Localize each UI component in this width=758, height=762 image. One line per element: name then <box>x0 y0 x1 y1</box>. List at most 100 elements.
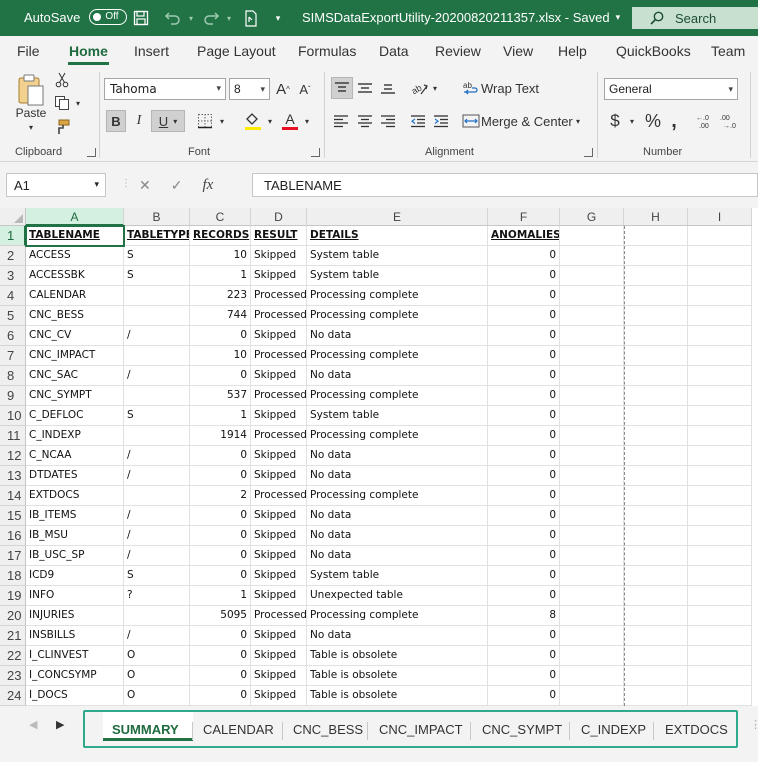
table-cell[interactable]: I_CONCSYMP <box>26 666 124 686</box>
table-cell[interactable]: System table <box>307 266 488 286</box>
table-cell[interactable]: Processed <box>251 306 307 326</box>
redo-icon[interactable] <box>200 9 222 27</box>
table-cell[interactable]: Skipped <box>251 466 307 486</box>
table-cell[interactable]: Skipped <box>251 526 307 546</box>
table-cell[interactable]: 10 <box>190 246 251 266</box>
table-cell[interactable]: 0 <box>190 626 251 646</box>
empty-cell[interactable] <box>560 606 624 626</box>
sheet-tab-cnc-impact[interactable]: CNC_IMPACT <box>379 722 463 737</box>
row-header[interactable]: 11 <box>0 426 26 446</box>
empty-cell[interactable] <box>624 546 688 566</box>
table-cell[interactable]: 1914 <box>190 426 251 446</box>
row-header[interactable]: 15 <box>0 506 26 526</box>
touch-mode-icon[interactable] <box>243 9 259 27</box>
table-cell[interactable]: S <box>124 406 190 426</box>
table-cell[interactable]: CNC_SYMPT <box>26 386 124 406</box>
empty-cell[interactable] <box>624 286 688 306</box>
table-cell[interactable]: 0 <box>190 646 251 666</box>
tab-formulas[interactable]: Formulas <box>298 43 356 59</box>
increase-decimal-icon[interactable]: ←.0.00 <box>695 110 717 132</box>
table-cell[interactable]: 0 <box>488 366 560 386</box>
empty-cell[interactable] <box>688 306 752 326</box>
scroll-tabs-left-icon[interactable]: ◀ <box>29 718 37 731</box>
empty-cell[interactable] <box>688 326 752 346</box>
align-left-icon[interactable] <box>331 110 351 132</box>
row-header[interactable]: 13 <box>0 466 26 486</box>
autosave-toggle[interactable]: Off <box>89 9 128 25</box>
table-cell[interactable]: 0 <box>190 546 251 566</box>
table-cell[interactable]: / <box>124 446 190 466</box>
empty-cell[interactable] <box>624 446 688 466</box>
table-cell[interactable]: 2 <box>190 486 251 506</box>
table-cell[interactable]: Table is obsolete <box>307 646 488 666</box>
empty-cell[interactable] <box>624 506 688 526</box>
table-cell[interactable]: 1 <box>190 266 251 286</box>
empty-cell[interactable] <box>624 346 688 366</box>
table-cell[interactable]: Table is obsolete <box>307 666 488 686</box>
autosave-control[interactable]: AutoSave Off <box>24 9 128 25</box>
table-cell[interactable]: 0 <box>190 446 251 466</box>
empty-cell[interactable] <box>688 266 752 286</box>
table-cell[interactable]: Processed <box>251 606 307 626</box>
table-header-cell[interactable]: RESULT <box>251 226 307 246</box>
empty-cell[interactable] <box>688 246 752 266</box>
decrease-font-size-icon[interactable]: Aˇ <box>296 79 314 99</box>
table-cell[interactable]: Processed <box>251 286 307 306</box>
sheet-tab-calendar[interactable]: CALENDAR <box>203 722 274 737</box>
undo-icon[interactable] <box>162 9 184 27</box>
clipboard-launcher-icon[interactable] <box>87 148 96 157</box>
column-header-g[interactable]: G <box>560 208 624 226</box>
table-cell[interactable]: Skipped <box>251 686 307 706</box>
align-center-icon[interactable] <box>355 110 375 132</box>
table-cell[interactable]: 0 <box>488 586 560 606</box>
table-cell[interactable]: Table is obsolete <box>307 686 488 706</box>
table-cell[interactable]: 0 <box>488 566 560 586</box>
empty-cell[interactable] <box>560 226 624 246</box>
table-cell[interactable]: / <box>124 506 190 526</box>
table-cell[interactable]: / <box>124 546 190 566</box>
alignment-launcher-icon[interactable] <box>584 148 593 157</box>
decrease-decimal-icon[interactable]: .00 →.0 <box>719 110 741 132</box>
empty-cell[interactable] <box>688 386 752 406</box>
tab-quickbooks[interactable]: QuickBooks <box>616 43 691 59</box>
undo-dropdown-icon[interactable]: ▾ <box>186 9 196 27</box>
select-all-button[interactable] <box>0 208 26 226</box>
scroll-tabs-right-icon[interactable]: ▶ <box>56 718 64 731</box>
row-header[interactable]: 12 <box>0 446 26 466</box>
table-cell[interactable]: Skipped <box>251 646 307 666</box>
row-header[interactable]: 6 <box>0 326 26 346</box>
accounting-dropdown-icon[interactable]: ▾ <box>627 115 637 127</box>
table-cell[interactable]: 0 <box>488 666 560 686</box>
row-header[interactable]: 1 <box>0 226 26 246</box>
table-cell[interactable]: 0 <box>488 386 560 406</box>
empty-cell[interactable] <box>560 466 624 486</box>
row-header[interactable]: 19 <box>0 586 26 606</box>
column-header-c[interactable]: C <box>190 208 251 226</box>
wrap-text-icon[interactable]: ab <box>461 77 481 99</box>
copy-dropdown-icon[interactable]: ▾ <box>73 97 83 109</box>
table-cell[interactable]: Processing complete <box>307 286 488 306</box>
sheet-tab-cnc-bess[interactable]: CNC_BESS <box>293 722 363 737</box>
format-painter-icon[interactable] <box>53 118 71 136</box>
table-cell[interactable]: 0 <box>190 506 251 526</box>
table-cell[interactable] <box>124 426 190 446</box>
table-cell[interactable]: Skipped <box>251 626 307 646</box>
empty-cell[interactable] <box>688 286 752 306</box>
empty-cell[interactable] <box>624 646 688 666</box>
row-header[interactable]: 17 <box>0 546 26 566</box>
table-cell[interactable]: 0 <box>488 486 560 506</box>
cancel-icon[interactable]: ✕ <box>139 177 151 194</box>
empty-cell[interactable] <box>560 246 624 266</box>
title-dropdown-icon[interactable]: ▾ <box>616 12 621 23</box>
table-cell[interactable]: No data <box>307 526 488 546</box>
percent-style-icon[interactable]: % <box>642 110 664 132</box>
tab-split-handle-icon[interactable]: ⋮ <box>750 718 758 731</box>
row-header[interactable]: 24 <box>0 686 26 706</box>
increase-indent-icon[interactable] <box>431 110 451 132</box>
table-cell[interactable]: ? <box>124 586 190 606</box>
tab-file[interactable]: File <box>17 43 40 59</box>
table-cell[interactable]: I_DOCS <box>26 686 124 706</box>
table-cell[interactable]: Processing complete <box>307 606 488 626</box>
merge-center-button[interactable]: Merge & Center <box>481 110 573 132</box>
empty-cell[interactable] <box>560 446 624 466</box>
